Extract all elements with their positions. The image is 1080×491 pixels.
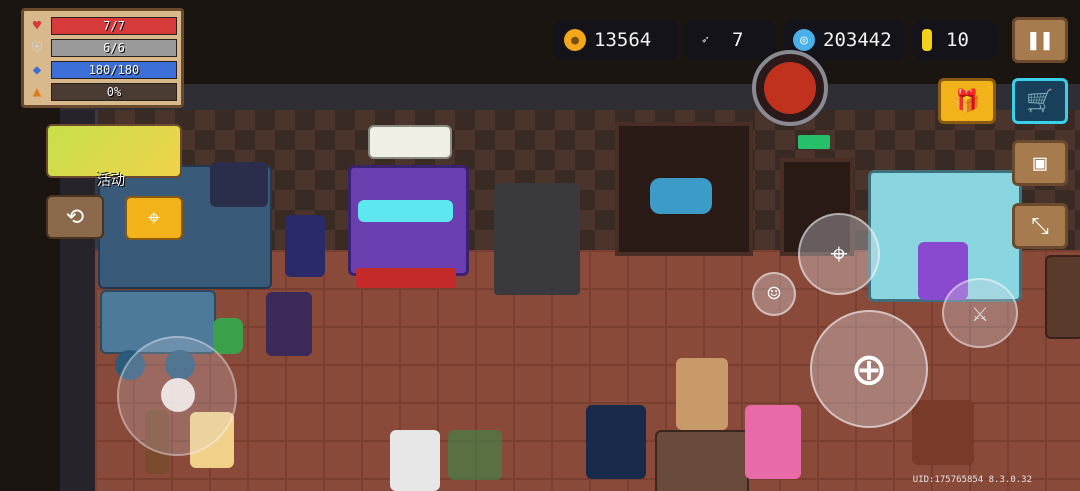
weapon-switch-button[interactable]: ⚔: [942, 278, 1018, 348]
red-bench: [356, 268, 456, 288]
exit-sign: [798, 135, 830, 149]
shield-icon: ⛨: [31, 40, 43, 56]
flame-icon: ▲: [32, 84, 42, 100]
shop-button[interactable]: 🛒: [1012, 78, 1068, 124]
arcade-screen: [358, 200, 453, 222]
attack-button[interactable]: ⊕: [810, 310, 928, 428]
air-conditioner: [368, 125, 452, 159]
energy-value: 180/180: [88, 63, 140, 77]
kitchen-hood: [210, 162, 268, 207]
smiley-icon: ☺: [767, 281, 781, 307]
token-icon: [922, 29, 932, 51]
swap-character-button[interactable]: ⟲: [46, 195, 104, 239]
token-value: 10: [946, 29, 969, 51]
armor-value: 6/6: [103, 41, 125, 55]
profile-button[interactable]: ▣: [1012, 140, 1068, 186]
trash-bin: [213, 318, 243, 354]
stats-panel: ♥ 7/7 ⛨ 6/6 ◆ 180/180 ▲ 0%: [21, 8, 184, 108]
white-hair-character[interactable]: [390, 430, 440, 491]
health-row: ♥ 7/7: [28, 15, 177, 37]
fish-icon: ➶: [701, 32, 709, 48]
joystick-thumb[interactable]: [161, 378, 195, 412]
movement-joystick[interactable]: [117, 336, 237, 456]
energy-diamond-icon: ◆: [32, 62, 42, 78]
boss-emblem: [764, 62, 816, 114]
armor-bar: 6/6: [51, 39, 177, 57]
health-value: 7/7: [103, 19, 125, 33]
weapon-icon: ⚔: [972, 298, 988, 328]
event-label: 活动: [97, 173, 125, 189]
gold-value: 13564: [594, 29, 652, 51]
armor-row: ⛨ 6/6: [28, 37, 177, 59]
gem-value: 203442: [823, 29, 892, 51]
game-table[interactable]: [655, 430, 749, 491]
location-pin-icon: ⌖: [147, 205, 161, 231]
gold-counter: ● 13564: [554, 20, 679, 60]
fish-value: 7: [732, 29, 744, 51]
gift-button[interactable]: 🎁: [938, 78, 996, 124]
fish-counter: ➶ 7: [684, 20, 776, 60]
back-wall-top: [60, 84, 1080, 113]
uid-label: UID:175765854 8.3.0.32: [912, 475, 1032, 485]
gift-icon: 🎁: [953, 88, 981, 114]
iron-throne[interactable]: [494, 183, 580, 295]
rage-value: 0%: [106, 85, 122, 99]
rage-bar: 0%: [51, 83, 177, 101]
pink-hair-character[interactable]: [745, 405, 801, 479]
heart-icon: ♥: [32, 18, 42, 34]
exit-button[interactable]: ⤡: [1012, 203, 1068, 249]
folding-screen: [1045, 255, 1080, 339]
energy-bar: 180/180: [51, 61, 177, 79]
health-bar: 7/7: [51, 17, 177, 35]
swap-character-icon: ⟲: [65, 204, 85, 230]
anubis-character[interactable]: [285, 215, 325, 277]
pause-button[interactable]: ❚❚: [1012, 17, 1068, 63]
attack-crosshair-icon: ⊕: [852, 336, 886, 402]
gold-coin-icon: ●: [564, 29, 586, 51]
location-button[interactable]: ⌖: [125, 196, 183, 240]
exit-stairs-icon: ⤡: [1031, 213, 1049, 239]
witch-character[interactable]: [912, 400, 974, 465]
emote-button[interactable]: ☺: [752, 272, 796, 316]
shopping-cart-icon: 🛒: [1026, 88, 1054, 114]
rage-row: ▲ 0%: [28, 81, 177, 103]
token-counter: 10: [912, 20, 997, 60]
energy-row: ◆ 180/180: [28, 59, 177, 81]
crossed-swords-emblem: [650, 178, 712, 214]
boss-portrait-icon[interactable]: [752, 50, 828, 126]
target-lock-button[interactable]: ⌖: [798, 213, 880, 295]
gem-icon: ◎: [793, 29, 815, 51]
cat-character[interactable]: [676, 358, 728, 430]
profile-card-icon: ▣: [1033, 150, 1047, 176]
pause-icon: ❚❚: [1026, 27, 1054, 53]
chef-character[interactable]: [266, 292, 312, 356]
swordsman-character[interactable]: [586, 405, 646, 479]
ghost-pedestal: [448, 430, 502, 480]
crosshair-icon: ⌖: [830, 236, 848, 272]
